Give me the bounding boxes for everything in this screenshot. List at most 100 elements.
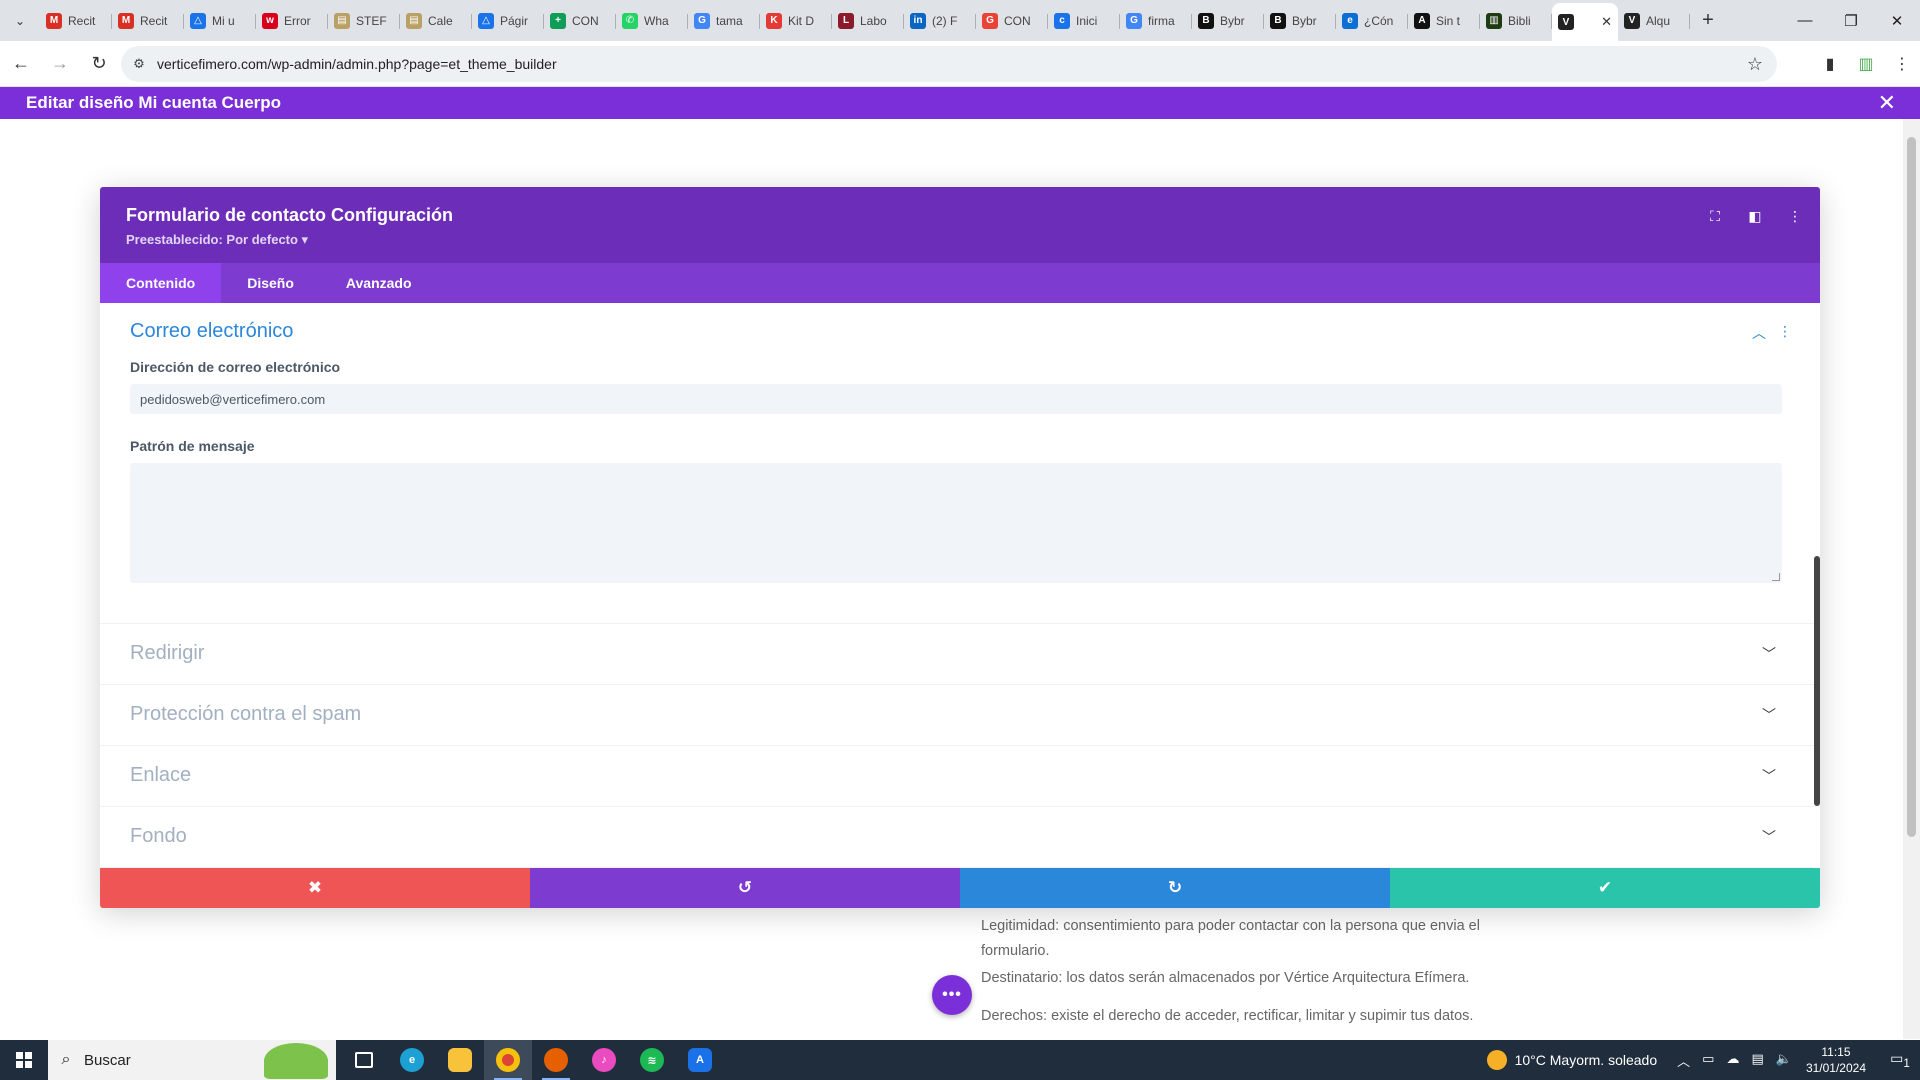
site-info-icon[interactable]: ⚙: [121, 56, 157, 72]
modal-body: Correo electrónico ︿ ⋮ Dirección de corr…: [100, 303, 1820, 875]
browser-tab[interactable]: V ✕: [1552, 3, 1618, 41]
firefox-taskbar-button[interactable]: [532, 1040, 580, 1080]
browser-tab[interactable]: c Inici: [1048, 5, 1120, 37]
chevron-up-icon[interactable]: ︿: [1752, 323, 1766, 343]
chevron-up-icon[interactable]: ︿: [1677, 1051, 1690, 1070]
browser-tab[interactable]: + CON: [544, 5, 616, 37]
clock[interactable]: 11:15 31/01/2024: [1806, 1044, 1866, 1076]
browser-tab[interactable]: M Recit: [40, 5, 112, 37]
chevron-down-icon[interactable]: ﹀: [1762, 644, 1776, 664]
edge-icon: e: [400, 1048, 424, 1072]
email-field[interactable]: pedidosweb@verticefimero.com: [130, 384, 1782, 414]
tab-close-icon[interactable]: ✕: [1601, 14, 1612, 30]
network-icon[interactable]: ▤: [1751, 1051, 1763, 1070]
section-background[interactable]: Fondo ﹀: [100, 807, 1814, 868]
explorer-taskbar-button[interactable]: [436, 1040, 484, 1080]
browser-tab[interactable]: ▥ Bibli: [1480, 5, 1552, 37]
edge-site-icon: e: [1342, 12, 1358, 29]
redo-button[interactable]: ↻: [960, 868, 1390, 908]
builder-menu-button[interactable]: •••: [932, 975, 972, 1015]
undo-button[interactable]: ↺: [530, 868, 960, 908]
chat-site-icon: c: [1054, 12, 1070, 29]
back-icon[interactable]: ←: [3, 46, 39, 82]
bookmark-star-icon[interactable]: ☆: [1747, 54, 1763, 75]
task-view-button[interactable]: [340, 1040, 388, 1080]
close-window-icon[interactable]: ✕: [1874, 0, 1920, 41]
browser-tab[interactable]: ▤ Cale: [400, 5, 472, 37]
url-text[interactable]: verticefimero.com/wp-admin/admin.php?pag…: [157, 56, 557, 72]
section-redirect[interactable]: Redirigir ﹀: [100, 624, 1814, 685]
browser-tab[interactable]: V Alqu: [1618, 5, 1690, 37]
browser-tab[interactable]: A Sin t: [1408, 5, 1480, 37]
start-button[interactable]: [0, 1040, 48, 1080]
address-bar[interactable]: ⚙ verticefimero.com/wp-admin/admin.php?p…: [121, 46, 1777, 82]
modal-scrollbar[interactable]: [1814, 303, 1820, 875]
weather-widget[interactable]: 10°C Mayorm. soleado: [1486, 1050, 1657, 1070]
taskbar-apps: e ♪ ≋ A: [340, 1040, 724, 1080]
browser-tab[interactable]: ▤ STEF: [328, 5, 400, 37]
spotify-taskbar-button[interactable]: ≋: [628, 1040, 676, 1080]
itunes-taskbar-button[interactable]: ♪: [580, 1040, 628, 1080]
display-icon[interactable]: ▭: [1702, 1051, 1714, 1070]
browser-tab[interactable]: Gfirma: [1120, 5, 1192, 37]
chrome-taskbar-button[interactable]: [484, 1040, 532, 1080]
tab-diseño[interactable]: Diseño: [221, 263, 320, 303]
onedrive-icon[interactable]: ☁: [1726, 1051, 1739, 1070]
page-scrollbar[interactable]: [1903, 119, 1920, 1039]
browser-tab[interactable]: △ Mi u: [184, 5, 256, 37]
section-title-email[interactable]: Correo electrónico: [130, 320, 293, 343]
browser-tab[interactable]: △ Págir: [472, 5, 544, 37]
page-scroll-thumb[interactable]: [1907, 137, 1916, 837]
section-more-icon[interactable]: ⋮: [1778, 323, 1792, 343]
browser-tab[interactable]: in (2) F: [904, 5, 976, 37]
toolbar-right-icons: ▮ ▥ ⋮: [1812, 46, 1920, 82]
resize-grip-icon[interactable]: [1772, 573, 1780, 581]
chevron-down-icon[interactable]: ﹀: [1762, 827, 1776, 847]
split-view-icon[interactable]: ◧: [1744, 205, 1766, 227]
tab-title: CON: [572, 13, 599, 28]
chevron-down-icon[interactable]: ﹀: [1762, 766, 1776, 786]
modal-scroll-thumb[interactable]: [1814, 556, 1820, 806]
tab-avanzado[interactable]: Avanzado: [320, 263, 438, 303]
message-pattern-textarea[interactable]: [130, 463, 1782, 583]
browser-menu-icon[interactable]: ⋮: [1884, 46, 1920, 82]
save-button[interactable]: ✔: [1390, 868, 1820, 908]
modal-more-icon[interactable]: ⋮: [1784, 205, 1806, 227]
volume-icon[interactable]: 🔈: [1776, 1051, 1792, 1070]
browser-tab[interactable]: L Labo: [832, 5, 904, 37]
browser-tab[interactable]: B Bybr: [1192, 5, 1264, 37]
close-editor-icon[interactable]: ✕: [1878, 90, 1896, 116]
minimize-icon[interactable]: —: [1782, 0, 1828, 41]
forward-icon[interactable]: →: [42, 46, 78, 82]
itunes-icon: ♪: [592, 1048, 616, 1072]
chevron-down-icon[interactable]: ﹀: [1762, 705, 1776, 725]
search-placeholder: Buscar: [84, 1051, 131, 1069]
reload-icon[interactable]: ↻: [81, 46, 117, 82]
edge-taskbar-button[interactable]: e: [388, 1040, 436, 1080]
notifications-button[interactable]: ▭1: [1880, 1050, 1920, 1070]
cancel-button[interactable]: ✖: [100, 868, 530, 908]
extension-icon[interactable]: ▥: [1848, 46, 1884, 82]
fullscreen-icon[interactable]: ⛶: [1704, 205, 1726, 227]
browser-tab[interactable]: M Recit: [112, 5, 184, 37]
side-panel-icon[interactable]: ▮: [1812, 46, 1848, 82]
browser-tab[interactable]: w Error: [256, 5, 328, 37]
taskbar-search[interactable]: ⌕ Buscar: [48, 1040, 336, 1080]
checkmark-icon: ✔: [1597, 878, 1613, 897]
affinity-taskbar-button[interactable]: A: [676, 1040, 724, 1080]
browser-tab[interactable]: ✆ Wha: [616, 5, 688, 37]
section-link[interactable]: Enlace ﹀: [100, 746, 1814, 807]
browser-tab[interactable]: Gtama: [688, 5, 760, 37]
task-view-icon: [355, 1052, 373, 1068]
section-spam-protection[interactable]: Protección contra el spam ﹀: [100, 685, 1814, 746]
new-tab-button[interactable]: +: [1690, 5, 1726, 37]
browser-tab[interactable]: K Kit D: [760, 5, 832, 37]
browser-tab[interactable]: e ¿Cón: [1336, 5, 1408, 37]
browser-tab[interactable]: B Bybr: [1264, 5, 1336, 37]
modal-tabs: Contenido Diseño Avanzado: [100, 263, 1820, 303]
preset-selector[interactable]: Preestablecido: Por defecto ▾: [126, 232, 308, 248]
browser-tab[interactable]: G CON: [976, 5, 1048, 37]
restore-icon[interactable]: ❐: [1828, 0, 1874, 41]
tab-contenido[interactable]: Contenido: [100, 263, 222, 303]
tab-search-chevron-icon[interactable]: ⌄: [0, 0, 40, 41]
